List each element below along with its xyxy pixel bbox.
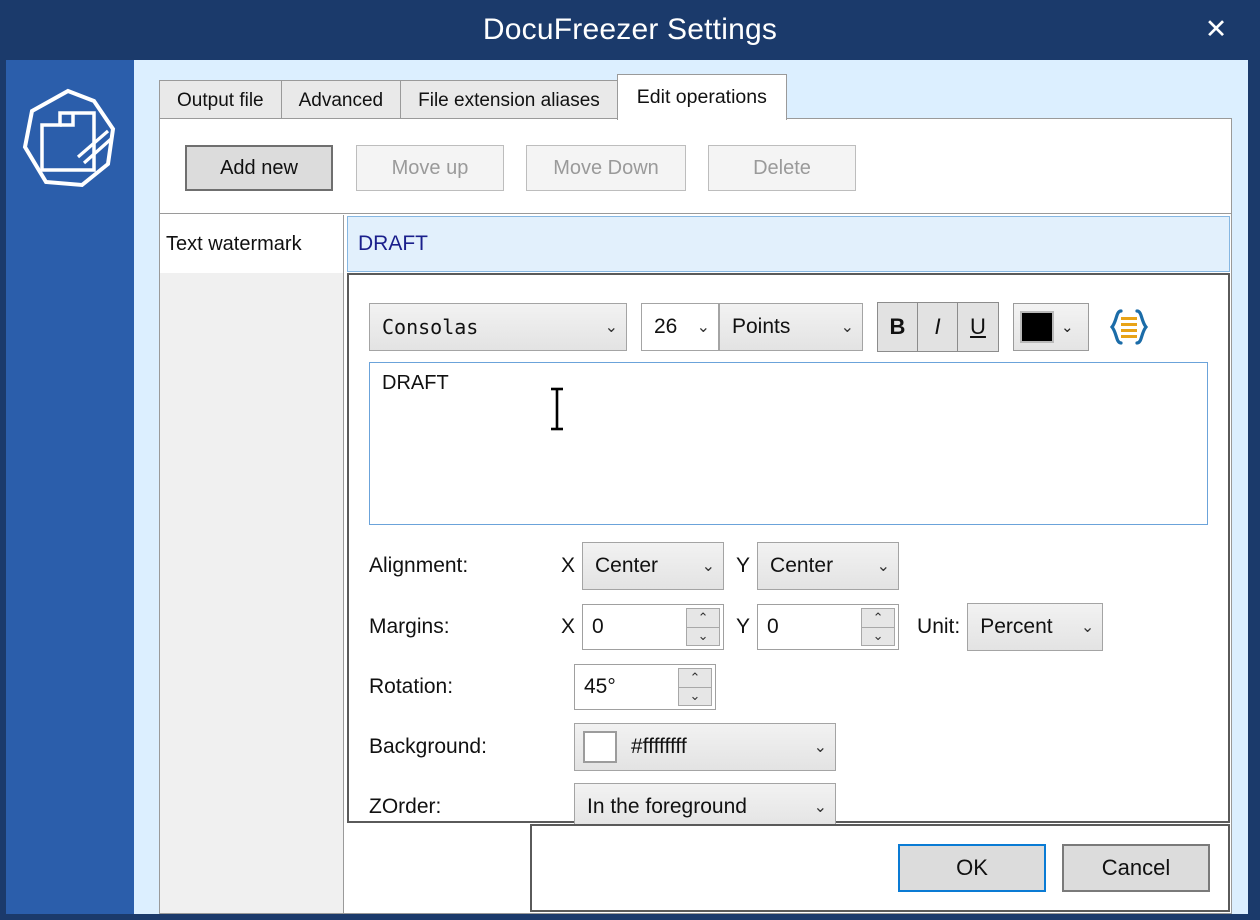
rotation-label: Rotation: — [369, 675, 561, 699]
chevron-down-icon: ⌄ — [1071, 617, 1094, 637]
unit-value: Percent — [980, 615, 1052, 639]
alignment-y-select[interactable]: Center ⌄ — [757, 542, 899, 590]
alignment-y-value: Center — [770, 554, 833, 578]
chevron-down-icon: ⌄ — [1061, 318, 1074, 336]
margins-y-value: 0 — [767, 615, 779, 639]
operations-list: Text watermark — [160, 215, 344, 913]
unit-label: Unit: — [917, 615, 960, 639]
background-color-select[interactable]: #ffffffff ⌄ — [574, 723, 836, 771]
watermark-editor: DRAFT Consolas ⌄ 26 ⌄ — [345, 215, 1231, 913]
chevron-down-icon: ⌄ — [595, 317, 618, 337]
alignment-x-value: Center — [595, 554, 658, 578]
add-new-button[interactable]: Add new — [185, 145, 333, 191]
rotation-value: 45° — [584, 675, 616, 699]
background-color-swatch — [583, 731, 617, 763]
font-color-swatch — [1020, 311, 1054, 343]
font-size-select[interactable]: 26 ⌄ — [641, 303, 719, 351]
alignment-label: Alignment: — [369, 554, 561, 578]
spin-down-icon[interactable]: ⌄ — [686, 628, 720, 647]
font-toolbar: Consolas ⌄ 26 ⌄ Points ⌄ — [369, 302, 1151, 352]
margins-x-value: 0 — [592, 615, 604, 639]
margins-label: Margins: — [369, 615, 561, 639]
editor-body: Consolas ⌄ 26 ⌄ Points ⌄ — [347, 273, 1230, 823]
operations-toolbar: Add new Move up Move Down Delete — [160, 119, 1231, 214]
spin-up-icon[interactable]: ⌃ — [861, 608, 895, 628]
operations-split: Text watermark DRAFT Consolas ⌄ — [160, 215, 1231, 913]
title-bar: DocuFreezer Settings ✕ — [0, 0, 1260, 60]
spin-down-icon[interactable]: ⌄ — [678, 688, 712, 707]
zorder-value: In the foreground — [587, 795, 747, 819]
sidebar-rail — [0, 60, 134, 920]
margins-y-spin-buttons: ⌃ ⌄ — [861, 608, 895, 646]
rotation-stepper[interactable]: 45° ⌃ ⌄ — [574, 664, 716, 710]
underline-button[interactable]: U — [958, 303, 998, 351]
window-title: DocuFreezer Settings — [0, 0, 1260, 60]
margins-y-stepper[interactable]: 0 ⌃ ⌄ — [757, 604, 899, 650]
tab-output-file[interactable]: Output file — [159, 80, 282, 120]
text-format-group: B I U — [877, 302, 999, 352]
chevron-down-icon: ⌄ — [804, 797, 827, 817]
margins-x-spin-buttons: ⌃ ⌄ — [686, 608, 720, 646]
spin-down-icon[interactable]: ⌄ — [861, 628, 895, 647]
chevron-down-icon: ⌄ — [867, 556, 890, 576]
edit-operations-panel: Add new Move up Move Down Delete Text wa… — [159, 118, 1232, 914]
font-color-select[interactable]: ⌄ — [1013, 303, 1089, 351]
margins-x-axis-label: X — [561, 615, 575, 639]
unit-select[interactable]: Percent ⌄ — [967, 603, 1103, 651]
list-item-text-watermark[interactable]: Text watermark — [160, 215, 343, 273]
spin-up-icon[interactable]: ⌃ — [678, 668, 712, 688]
text-cursor-icon — [548, 385, 566, 433]
tab-edit-operations[interactable]: Edit operations — [617, 74, 787, 120]
move-down-button[interactable]: Move Down — [526, 145, 686, 191]
alignment-x-axis-label: X — [561, 554, 575, 578]
background-label: Background: — [369, 735, 561, 759]
tab-strip: Output file Advanced File extension alia… — [159, 76, 786, 120]
alignment-x-select[interactable]: Center ⌄ — [582, 542, 724, 590]
rotation-spin-buttons: ⌃ ⌄ — [678, 668, 712, 706]
chevron-down-icon: ⌄ — [831, 317, 854, 337]
macro-braces-icon[interactable] — [1107, 305, 1151, 349]
font-family-value: Consolas — [382, 315, 478, 339]
watermark-text-value: DRAFT — [382, 372, 449, 394]
font-size-value: 26 — [654, 315, 677, 339]
font-unit-value: Points — [732, 315, 790, 339]
settings-window: DocuFreezer Settings ✕ Output file Advan… — [0, 0, 1260, 920]
tab-advanced[interactable]: Advanced — [281, 80, 402, 120]
font-unit-select[interactable]: Points ⌄ — [719, 303, 863, 351]
rotation-row: Rotation: 45° ⌃ ⌄ — [369, 664, 1208, 710]
bold-button[interactable]: B — [878, 303, 918, 351]
content-region: Output file Advanced File extension alia… — [134, 60, 1260, 920]
font-family-select[interactable]: Consolas ⌄ — [369, 303, 627, 351]
alignment-y-axis-label: Y — [736, 554, 750, 578]
tab-file-extension-aliases[interactable]: File extension aliases — [400, 80, 618, 120]
background-row: Background: #ffffffff ⌄ — [369, 724, 1208, 770]
margins-x-stepper[interactable]: 0 ⌃ ⌄ — [582, 604, 724, 650]
delete-button[interactable]: Delete — [708, 145, 856, 191]
close-icon[interactable]: ✕ — [1188, 0, 1244, 58]
margins-row: Margins: X 0 ⌃ ⌄ Y 0 — [369, 604, 1208, 650]
alignment-row: Alignment: X Center ⌄ Y Center ⌄ — [369, 543, 1208, 589]
cancel-button[interactable]: Cancel — [1062, 844, 1210, 892]
chevron-down-icon: ⌄ — [692, 556, 715, 576]
watermark-text-input[interactable]: DRAFT — [369, 362, 1208, 525]
margins-y-axis-label: Y — [736, 615, 750, 639]
chevron-down-icon: ⌄ — [687, 317, 710, 337]
background-color-value: #ffffffff — [631, 735, 687, 759]
italic-button[interactable]: I — [918, 303, 958, 351]
document-edit-logo-icon — [16, 85, 120, 195]
ok-button[interactable]: OK — [898, 844, 1046, 892]
chevron-down-icon: ⌄ — [804, 737, 827, 757]
editor-header-title[interactable]: DRAFT — [347, 216, 1230, 272]
zorder-label: ZOrder: — [369, 795, 561, 819]
spin-up-icon[interactable]: ⌃ — [686, 608, 720, 628]
move-up-button[interactable]: Move up — [356, 145, 504, 191]
dialog-button-bar: OK Cancel — [530, 824, 1230, 912]
